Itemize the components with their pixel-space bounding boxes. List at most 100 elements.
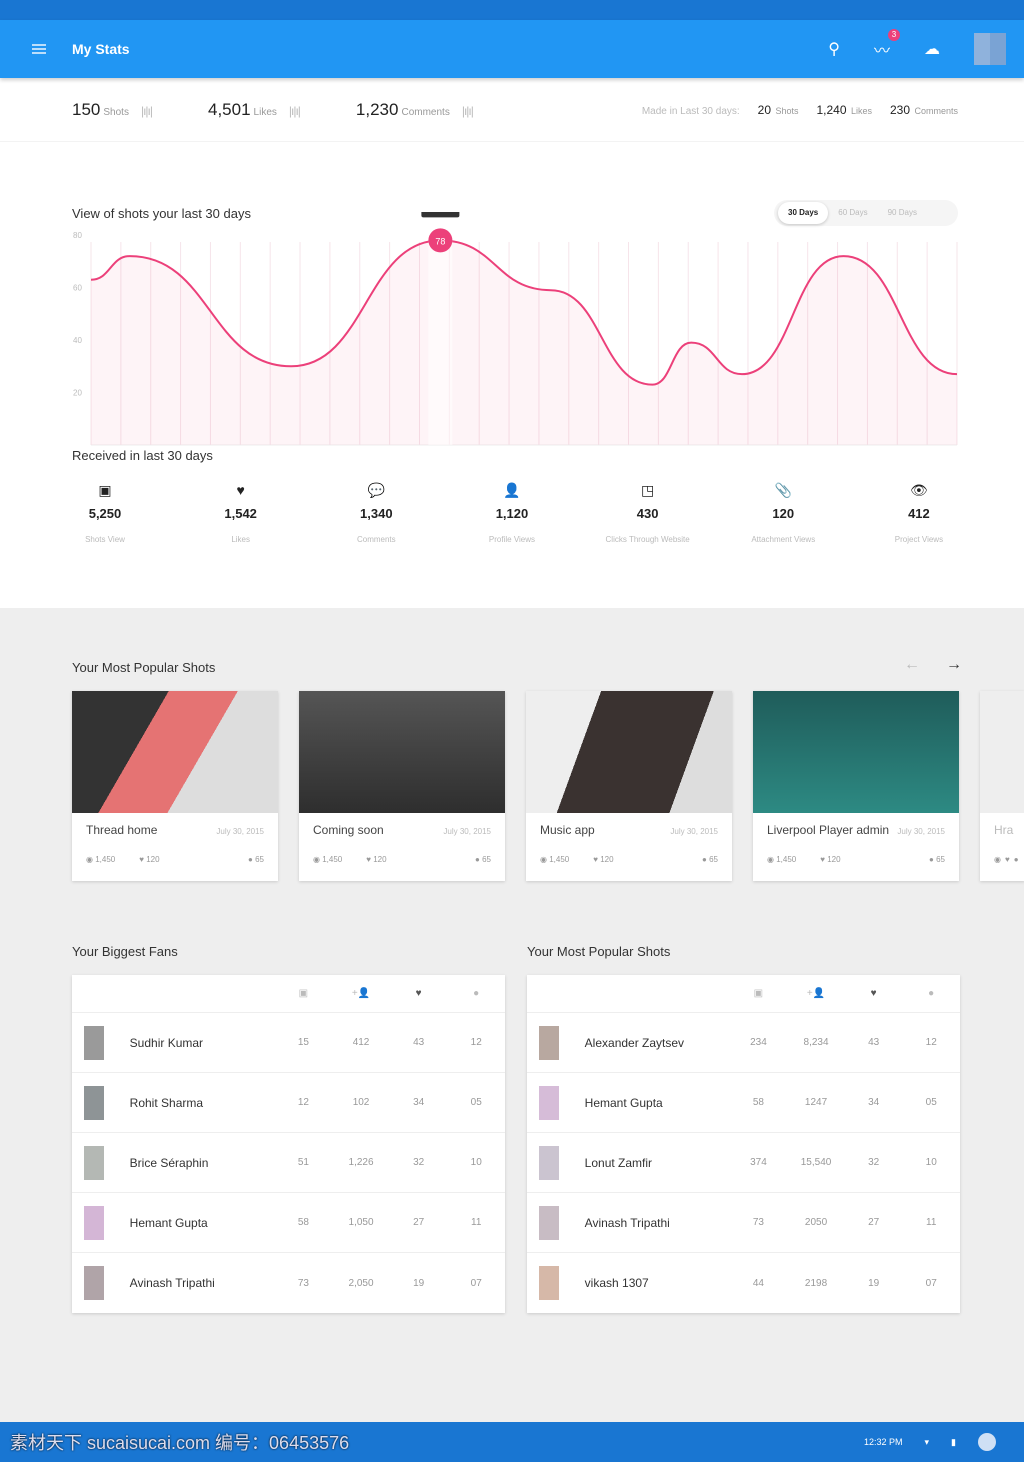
arrow-left-icon[interactable]: ← — [904, 656, 920, 674]
battery-icon[interactable]: ▮ — [951, 1437, 956, 1448]
add-person-icon: +👤 — [351, 988, 371, 999]
avatar — [539, 1145, 559, 1180]
shot-thumbnail — [526, 691, 732, 813]
comments-stat: ● 65 — [702, 855, 718, 864]
likes-stat: ♥ — [1004, 855, 1010, 864]
avatar — [84, 1145, 104, 1180]
heart-icon: ♥ — [236, 482, 245, 498]
avatar — [84, 1085, 104, 1120]
metric: ▣ 5,250 Shots View — [50, 482, 160, 544]
avatar — [84, 1025, 104, 1060]
popular-shots-title: Your Most Popular Shots — [72, 660, 216, 675]
wifi-icon[interactable]: ▾ — [925, 1437, 930, 1448]
shot-thumbnail — [299, 691, 505, 813]
likes-stat: ♥ 120 — [820, 855, 841, 864]
shot-card[interactable]: Hra ◉ ♥ ● — [980, 691, 1024, 881]
received-metrics: ▣ 5,250 Shots View ♥ 1,542 Likes 💬 1,340 Comment… — [50, 482, 974, 544]
link-out-icon: ◳ — [641, 482, 655, 498]
views-stat: ◉ 1,450 — [767, 855, 797, 864]
shot-card[interactable]: Music app July 30, 2015 ◉ 1,450 ♥ 120 ● 65 — [526, 691, 732, 881]
table-row[interactable]: Avinash Tripathi 73 2,050 19 07 — [72, 1253, 505, 1313]
views-stat: ◉ — [994, 855, 1001, 864]
area-fill — [91, 240, 957, 445]
recent-stat: 230 Comments — [890, 102, 958, 117]
shot-thumbnail — [753, 691, 959, 813]
person-icon: 👤 — [503, 482, 521, 498]
cloud-icon[interactable]: ☁ — [924, 39, 940, 59]
highlight-value: 78 — [435, 236, 445, 246]
heart-icon: ♥ — [415, 988, 422, 999]
page-title: My Stats — [72, 41, 130, 57]
comments-stat: ● 65 — [475, 855, 491, 864]
comment-icon: ● — [928, 988, 935, 999]
table-row[interactable]: vikash 1307 44 2198 19 07 — [527, 1253, 960, 1313]
table-row[interactable]: Brice Séraphin 51 1,226 32 10 — [72, 1133, 505, 1193]
comment-icon: ● — [473, 988, 480, 999]
y-tick-label: 20 — [73, 389, 82, 398]
table-header: ▣ +👤 ♥ ● — [72, 975, 505, 1013]
views-stat: ◉ 1,450 — [540, 855, 570, 864]
avatar — [539, 1085, 559, 1120]
bar-chart-icon: |ı|ı| — [140, 103, 153, 118]
received-title: Received in last 30 days — [72, 448, 213, 463]
heart-icon: ♥ — [870, 988, 877, 999]
table-row[interactable]: Hemant Gupta 58 1,050 27 11 — [72, 1193, 505, 1253]
recent-stat: 20 Shots — [757, 102, 799, 117]
avatar — [539, 1205, 559, 1240]
shots-table-title: Your Most Popular Shots — [527, 944, 671, 959]
shot-thumbnail — [72, 691, 278, 813]
search-icon[interactable]: ⚲ — [828, 39, 840, 59]
comments-stat: ● — [1013, 855, 1019, 864]
popular-shots-section: Your Most Popular Shots ← → Thread home Ju… — [72, 656, 1024, 881]
image-icon: ▣ — [753, 988, 764, 999]
bar-chart-icon: |ı|ı| — [288, 103, 301, 118]
comments-stat: ● 65 — [248, 855, 264, 864]
shot-card[interactable]: Coming soon July 30, 2015 ◉ 1,450 ♥ 120 ● 65 — [299, 691, 505, 881]
status-strip — [0, 0, 1024, 20]
summary-stat: 4,501 Likes |ı|ı| — [207, 99, 301, 119]
clock: 12:32 PM — [863, 1437, 903, 1447]
user-avatar[interactable] — [978, 1433, 996, 1451]
avatar[interactable] — [974, 33, 1006, 65]
comments-stat: ● 65 — [929, 855, 945, 864]
table-row[interactable]: Lonut Zamfir 374 15,540 32 10 — [527, 1133, 960, 1193]
notification-badge: 3 — [888, 29, 900, 41]
metric: ♥ 1,542 Likes — [186, 482, 296, 544]
metric: 📎 120 Attachment Views — [728, 482, 838, 544]
chart-section: View of shots your last 30 days 30 Days 6… — [0, 142, 1024, 608]
table-row[interactable]: Rohit Sharma 12 102 34 05 — [72, 1073, 505, 1133]
metric: 💬 1,340 Comments — [321, 482, 431, 544]
views-stat: ◉ 1,450 — [313, 855, 343, 864]
shot-thumbnail — [980, 691, 1024, 813]
table-row[interactable]: Sudhir Kumar 15 412 43 12 — [72, 1013, 505, 1073]
table-row[interactable]: Hemant Gupta 58 1247 34 05 — [527, 1073, 960, 1133]
app-bar: My Stats ⚲ 〰 3 ☁ — [0, 20, 1024, 78]
arrow-right-icon[interactable]: → — [946, 656, 962, 674]
metric: ◳ 430 Clicks Through Website — [593, 482, 703, 544]
image-icon: ▣ — [298, 988, 309, 999]
watermark: 素材天下 sucaisucai.com 编号：06453576 — [10, 1433, 350, 1453]
avatar — [84, 1266, 104, 1300]
summary-stat: 150 Shots |ı|ı| — [72, 99, 153, 119]
summary-stat: 1,230 Comments |ı|ı| — [355, 99, 474, 119]
menu-icon[interactable] — [32, 42, 46, 56]
metric: 👁 412 Project Views — [864, 482, 974, 544]
highlight-band — [428, 240, 453, 445]
table-row[interactable]: Avinash Tripathi 73 2050 27 11 — [527, 1193, 960, 1253]
likes-stat: ♥ 120 — [366, 855, 387, 864]
bar-chart-icon: |ı|ı| — [461, 103, 474, 118]
shot-card[interactable]: Thread home July 30, 2015 ◉ 1,450 ♥ 120 ● 65 — [72, 691, 278, 881]
summary-bar: 150 Shots |ı|ı| 4,501 Likes |ı|ı| 1,230 Comment… — [0, 78, 1024, 142]
views-chart: 80604020JUL 478JUN 22-28JUN 28 - JUL 5JU… — [73, 212, 958, 446]
fans-title: Your Biggest Fans — [72, 944, 178, 959]
stats-panel: 150 Shots |ı|ı| 4,501 Likes |ı|ı| 1,230 Comment… — [0, 78, 1024, 608]
shot-card[interactable]: Liverpool Player admin July 30, 2015 ◉ 1,4… — [753, 691, 959, 881]
activity-icon[interactable]: 〰 3 — [874, 29, 900, 61]
add-person-icon: +👤 — [806, 988, 826, 999]
avatar — [539, 1266, 559, 1300]
y-tick-label: 60 — [73, 284, 82, 293]
popular-shots-table: Your Most Popular Shots ▣ +👤 ♥ ● Alexander Za… — [527, 944, 960, 1313]
taskbar: 素材天下 sucaisucai.com 编号：06453576 12:32 PM… — [0, 1422, 1024, 1462]
table-row[interactable]: Alexander Zaytsev 234 8,234 43 12 — [527, 1013, 960, 1073]
y-tick-label: 40 — [73, 336, 82, 345]
